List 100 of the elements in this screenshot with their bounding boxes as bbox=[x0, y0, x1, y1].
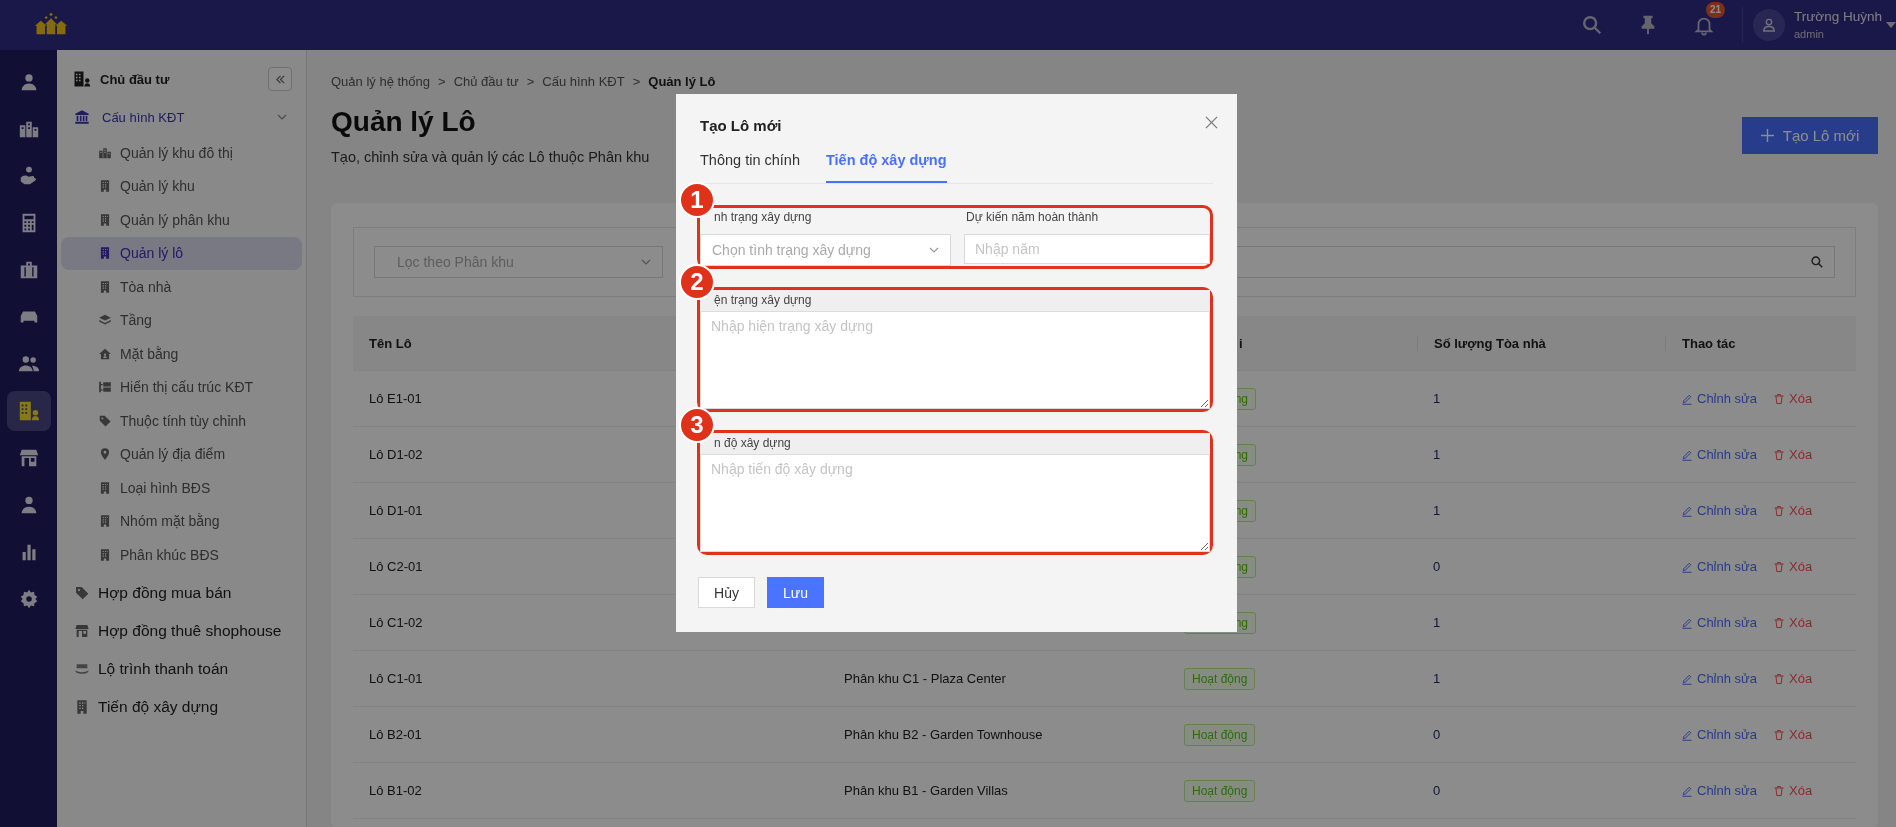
sidebar-item[interactable]: Tầng bbox=[61, 303, 302, 337]
tab[interactable]: Thông tin chính bbox=[700, 140, 800, 183]
annotation-number: 1 bbox=[679, 182, 715, 218]
trash-icon bbox=[1773, 616, 1785, 629]
delete-link[interactable]: Xóa bbox=[1773, 783, 1813, 798]
close-icon[interactable] bbox=[1205, 115, 1218, 129]
column-header: i bbox=[1238, 335, 1243, 351]
edit-link[interactable]: Chỉnh sửa bbox=[1681, 615, 1757, 630]
sidebar-item[interactable]: Hiển thị cấu trúc KĐT bbox=[61, 370, 302, 404]
trash-icon bbox=[1773, 504, 1785, 517]
table-cell: Lô C1-01 bbox=[369, 671, 423, 686]
delete-link[interactable]: Xóa bbox=[1773, 391, 1813, 406]
building-icon bbox=[98, 212, 112, 227]
sidebar-item[interactable]: Mặt bằng bbox=[61, 337, 302, 371]
delete-link[interactable]: Xóa bbox=[1773, 671, 1813, 686]
caret-icon[interactable] bbox=[1886, 22, 1896, 28]
edit-link[interactable]: Chỉnh sửa bbox=[1681, 559, 1757, 574]
delete-link[interactable]: Xóa bbox=[1773, 559, 1813, 574]
breadcrumb-item: Quản lý Lô bbox=[648, 73, 716, 91]
breadcrumb-separator: > bbox=[632, 73, 641, 91]
field-label: ện trạng xây dựng bbox=[713, 292, 813, 309]
text-area[interactable]: Nhập hiện trạng xây dựng bbox=[700, 312, 1210, 409]
sidebar-item[interactable]: Loại hình BĐS bbox=[61, 471, 302, 505]
sidebar-item[interactable]: Nhóm mặt bằng bbox=[61, 504, 302, 538]
sidebar-item[interactable]: Tòa nhà bbox=[61, 270, 302, 304]
sidebar-item[interactable]: Cấu hình KĐT bbox=[61, 98, 302, 136]
sidebar-item[interactable]: Hợp đồng mua bán bbox=[61, 573, 302, 612]
trash-icon bbox=[1773, 448, 1785, 461]
status-tag: Hoạt động bbox=[1184, 723, 1256, 746]
store-icon bbox=[17, 447, 40, 469]
pencil-icon bbox=[1681, 448, 1693, 461]
sidebar-item[interactable]: Lộ trình thanh toán bbox=[61, 649, 302, 688]
user-name: Trường Huỳnh bbox=[1794, 8, 1883, 26]
edit-link[interactable]: Chỉnh sửa bbox=[1681, 783, 1757, 798]
house-icon bbox=[98, 346, 112, 361]
pencil-icon bbox=[1681, 672, 1693, 685]
tag-icon bbox=[98, 413, 112, 428]
edit-link[interactable]: Chỉnh sửa bbox=[1681, 447, 1757, 462]
table-cell: Lô D1-01 bbox=[369, 503, 423, 518]
sidebar-item[interactable]: Quản lý địa điểm bbox=[61, 437, 302, 471]
city-icon bbox=[98, 145, 112, 160]
pencil-icon bbox=[1681, 392, 1693, 405]
plus-icon bbox=[1760, 129, 1774, 142]
edit-link[interactable]: Chỉnh sửa bbox=[1681, 727, 1757, 742]
breadcrumb-item[interactable]: Chủ đầu tư bbox=[453, 72, 519, 92]
logo-icon bbox=[34, 13, 68, 37]
field-label: nh trạng xây dựng bbox=[713, 209, 813, 226]
store-icon bbox=[74, 622, 90, 639]
sidebar-item[interactable]: Phân khúc BĐS bbox=[61, 538, 302, 572]
sidebar-item[interactable]: Quản lý khu bbox=[61, 169, 302, 203]
year-field[interactable]: Nhập năm bbox=[964, 234, 1210, 264]
delete-link[interactable]: Xóa bbox=[1773, 447, 1813, 462]
page-subtitle: Tạo, chỉnh sửa và quản lý các Lô thuộc Phân khu bbox=[331, 148, 650, 167]
breadcrumb-item[interactable]: Cấu hình KĐT bbox=[542, 72, 625, 92]
avatar[interactable] bbox=[1753, 9, 1785, 41]
pencil-icon bbox=[1681, 616, 1693, 629]
search-icon[interactable] bbox=[1581, 14, 1603, 36]
create-button[interactable]: Tạo Lô mới bbox=[1742, 117, 1878, 154]
sidebar-item[interactable]: Quản lý khu đô thị bbox=[61, 136, 302, 170]
trash-icon bbox=[1773, 672, 1785, 685]
rail-item[interactable] bbox=[6, 391, 51, 431]
breadcrumb-separator: > bbox=[526, 73, 535, 91]
edit-link[interactable]: Chỉnh sửa bbox=[1681, 671, 1757, 686]
notification-badge: 21 bbox=[1706, 2, 1726, 18]
delete-link[interactable]: Xóa bbox=[1773, 615, 1813, 630]
status-select[interactable]: Chọn tình trạng xây dựng bbox=[700, 234, 951, 266]
table-cell: 0 bbox=[1433, 727, 1441, 742]
sidebar-item[interactable]: Quản lý phân khu bbox=[61, 203, 302, 237]
breadcrumb-separator: > bbox=[438, 73, 446, 91]
building-icon bbox=[98, 179, 112, 194]
table-cell: Lô B2-01 bbox=[369, 727, 422, 742]
pencil-icon bbox=[1681, 504, 1693, 517]
breadcrumb-item[interactable]: Quản lý hệ thống bbox=[331, 72, 431, 92]
save-button[interactable]: Lưu bbox=[767, 577, 824, 608]
edit-link[interactable]: Chỉnh sửa bbox=[1681, 503, 1757, 518]
sidebar-item[interactable]: Quản lý lô bbox=[61, 236, 302, 270]
edit-link[interactable]: Chỉnh sửa bbox=[1681, 391, 1757, 406]
sidebar-item[interactable]: Tiến độ xây dựng bbox=[61, 687, 302, 726]
collapse-button[interactable] bbox=[268, 67, 292, 91]
field-label: n độ xây dựng bbox=[713, 435, 792, 452]
table-cell: Phân khu C1 - Plaza Center bbox=[844, 671, 1006, 686]
table-cell: 1 bbox=[1433, 671, 1441, 686]
building-icon bbox=[98, 514, 112, 529]
building-icon bbox=[74, 698, 90, 715]
annotation-number: 2 bbox=[679, 264, 715, 300]
sidebar-item[interactable]: Thuộc tính tùy chỉnh bbox=[61, 404, 302, 438]
tab[interactable]: Tiến độ xây dựng bbox=[825, 140, 947, 183]
delete-link[interactable]: Xóa bbox=[1773, 503, 1813, 518]
building-user-icon bbox=[73, 70, 91, 88]
search-icon bbox=[1810, 255, 1824, 269]
delete-link[interactable]: Xóa bbox=[1773, 727, 1813, 742]
table-cell: Lô C1-02 bbox=[369, 615, 423, 630]
table-cell: 1 bbox=[1433, 503, 1441, 518]
text-area[interactable]: Nhập tiến độ xây dựng bbox=[700, 455, 1210, 552]
cancel-button[interactable]: Hủy bbox=[698, 577, 755, 608]
building-icon bbox=[98, 279, 112, 294]
tree-structure-icon bbox=[98, 380, 112, 395]
sidebar-item[interactable]: Hợp đồng thuê shophouse bbox=[61, 611, 302, 650]
field-label: Dự kiến năm hoàn thành bbox=[965, 209, 1100, 226]
double-chevron-left-icon bbox=[274, 73, 286, 85]
